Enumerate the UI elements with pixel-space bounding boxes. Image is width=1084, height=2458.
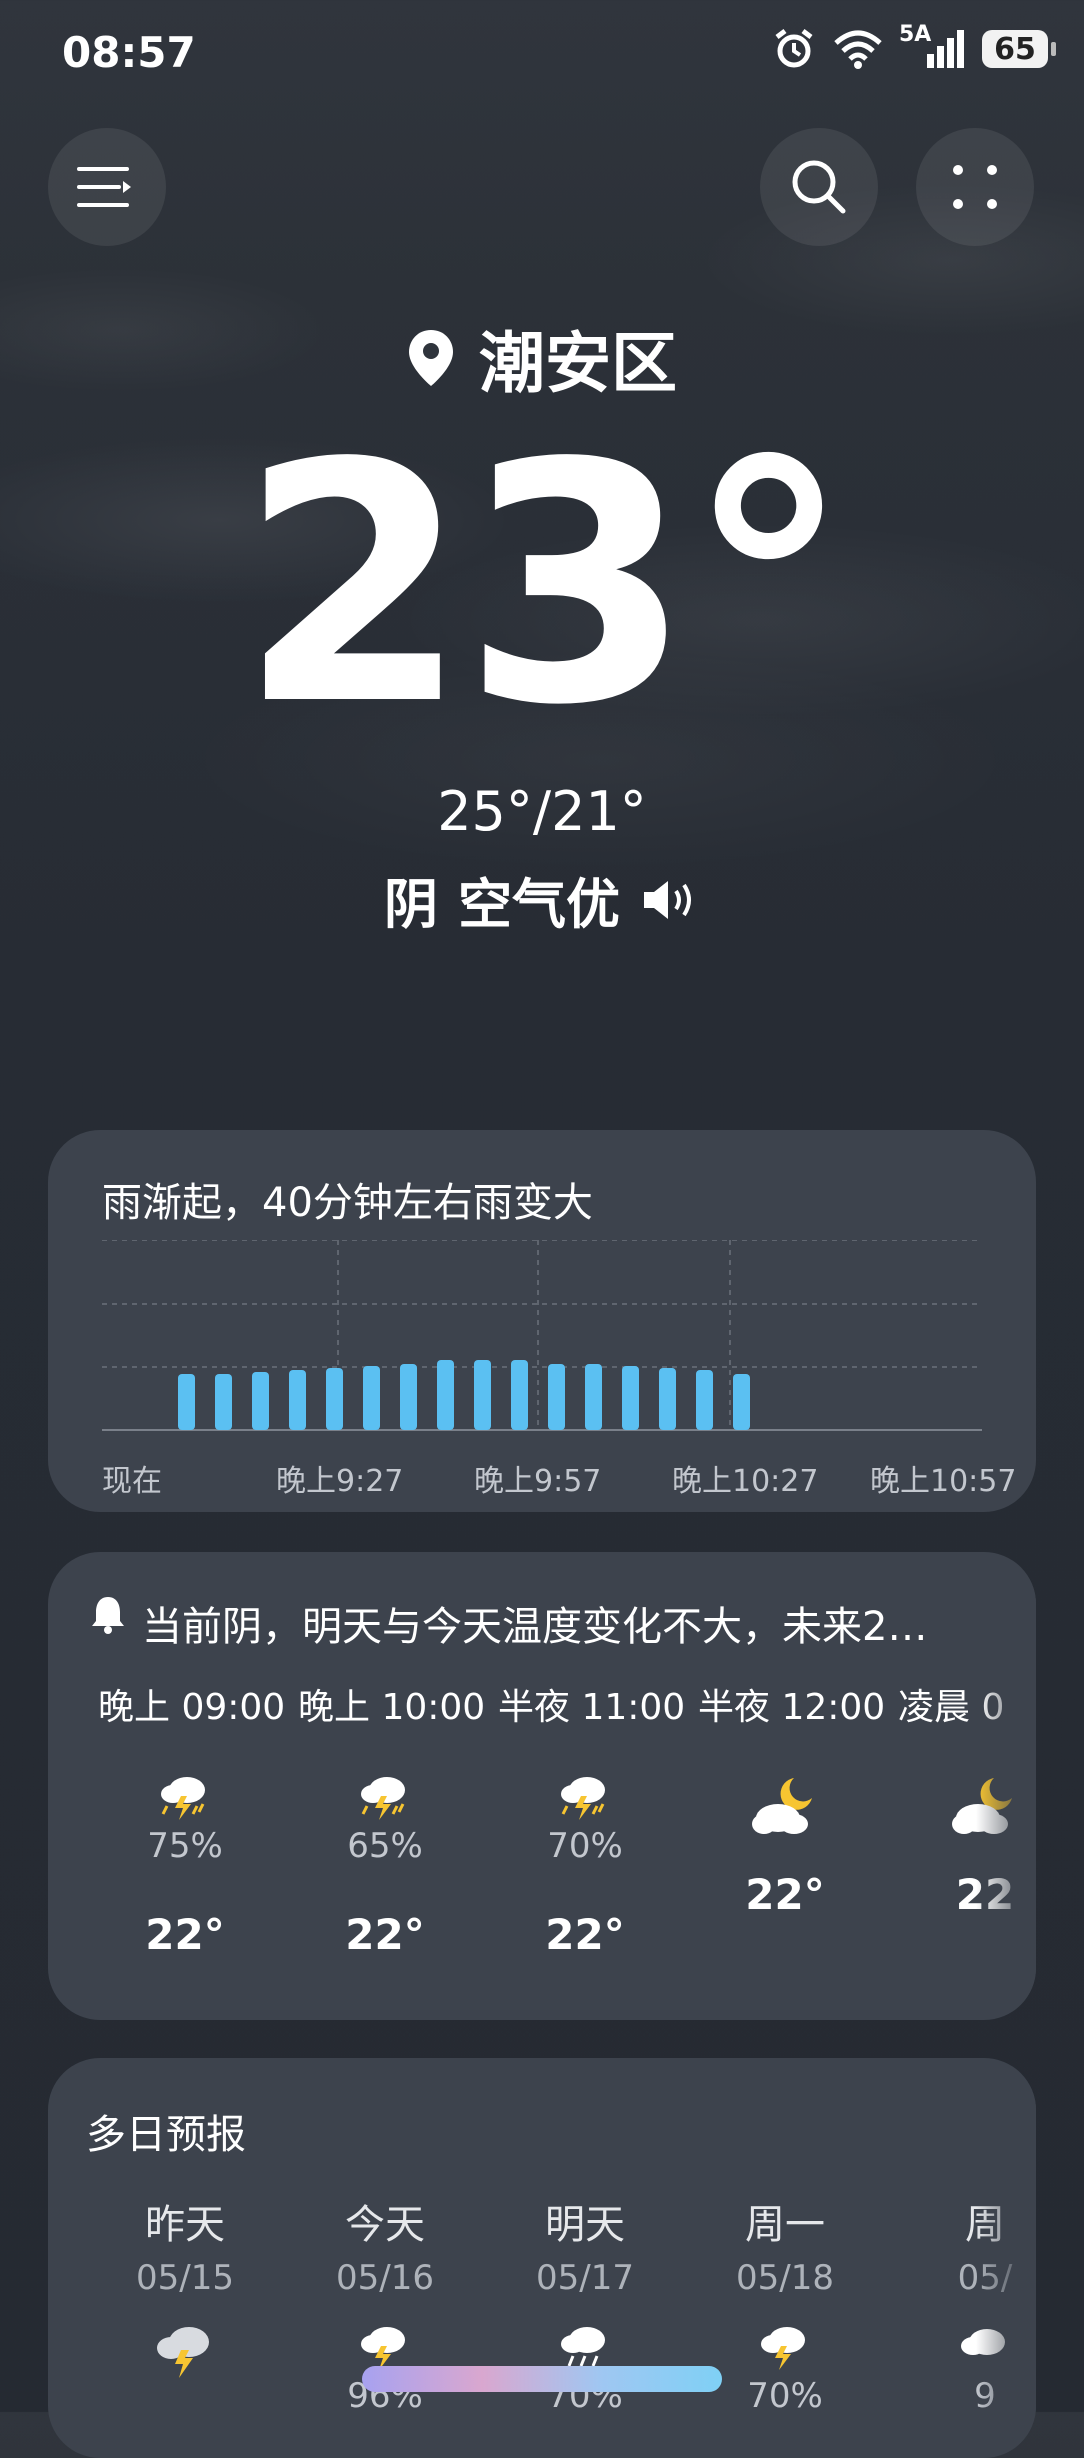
alarm-icon xyxy=(775,29,813,68)
day-name: 周一 xyxy=(745,2202,825,2248)
thunder-rain-icon xyxy=(761,2327,805,2370)
menu-button[interactable] xyxy=(48,128,166,246)
day-date: 05/18 xyxy=(736,2258,834,2298)
rain-bar xyxy=(400,1364,417,1430)
rain-bar xyxy=(548,1364,565,1430)
daily-title: 多日预报 xyxy=(86,2112,246,2158)
hour-label: 半夜 12:00 xyxy=(698,1687,886,1728)
battery-indicator: 65 xyxy=(982,30,1056,68)
moon-cloud-icon xyxy=(752,1778,812,1834)
hour-column: 70% 22° xyxy=(505,1774,665,1959)
rain-bar xyxy=(622,1366,639,1430)
temp-range: 25°/21° xyxy=(437,780,647,843)
rain-label-1057: 晚上10:57 xyxy=(870,1464,1017,1499)
day-name: 昨天 xyxy=(145,2202,225,2248)
rain-bar xyxy=(659,1368,676,1430)
location[interactable]: 潮安区 xyxy=(0,310,1084,406)
hour-temp: 22° xyxy=(545,1910,625,1959)
hour-column: 65% 22° xyxy=(305,1774,465,1959)
search-icon xyxy=(792,160,846,214)
hour-temp: 22° xyxy=(745,1870,825,1919)
rain-bar xyxy=(289,1370,306,1430)
rain-bar xyxy=(696,1370,713,1430)
hourly-forecast-card[interactable]: 当前阴，明天与今天温度变化不大，未来2… 晚上 09:00 晚上 10:00 半… xyxy=(48,1552,1036,2020)
scroll-fade xyxy=(976,2058,1036,2458)
more-button[interactable] xyxy=(916,128,1034,246)
rain-bar xyxy=(252,1372,269,1430)
rain-label-957: 晚上9:57 xyxy=(474,1464,602,1499)
cell-signal: 5A xyxy=(899,22,964,68)
rain-bar xyxy=(326,1368,343,1430)
rain-bar xyxy=(511,1360,528,1430)
hourly-summary: 当前阴，明天与今天温度变化不大，未来2… xyxy=(142,1604,928,1650)
day-column[interactable]: 昨天 05/15 xyxy=(105,2192,265,2384)
rain-bar xyxy=(474,1360,491,1430)
precip-chance: 70% xyxy=(747,2376,823,2416)
network-type: 5A xyxy=(899,22,932,47)
search-button[interactable] xyxy=(760,128,878,246)
wifi-icon xyxy=(834,30,882,69)
hour-label: 半夜 11:00 xyxy=(498,1687,686,1728)
day-date: 05/17 xyxy=(536,2258,634,2298)
thunder-rain-icon xyxy=(361,2327,405,2370)
city-name: 潮安区 xyxy=(479,325,677,402)
status-time: 08:57 xyxy=(62,28,196,77)
thunder-rain-icon xyxy=(161,1777,205,1820)
hourly-times: 晚上 09:00 晚上 10:00 半夜 11:00 半夜 12:00 凌晨 0 xyxy=(98,1678,1036,1730)
day-name: 今天 xyxy=(345,2202,425,2248)
hour-label: 晚上 09:00 xyxy=(98,1687,286,1728)
day-column[interactable]: 周一 05/18 70% xyxy=(705,2192,865,2416)
precip-chance: 75% xyxy=(147,1826,223,1866)
hour-label: 晚上 10:00 xyxy=(298,1687,486,1728)
menu-icon xyxy=(77,167,131,207)
thunder-rain-icon xyxy=(157,2327,209,2378)
thunder-rain-icon xyxy=(361,1777,405,1820)
home-indicator[interactable] xyxy=(362,2366,722,2392)
rain-bar xyxy=(178,1374,195,1430)
rain-bar xyxy=(215,1374,232,1430)
day-name: 明天 xyxy=(545,2202,625,2248)
precip-chance: 70% xyxy=(547,1826,623,1866)
rain-label-927: 晚上9:27 xyxy=(276,1464,404,1499)
scroll-fade xyxy=(976,1552,1036,2020)
weather-condition: 阴 xyxy=(384,873,438,936)
rain-bar xyxy=(363,1366,380,1430)
rain-forecast-card[interactable]: 雨渐起，40分钟左右雨变大 现在 晚上9:27 晚上9:57 晚上10:27 晚… xyxy=(48,1130,1036,1512)
current-temperature: 23° xyxy=(238,393,851,777)
rain-bar xyxy=(437,1360,454,1430)
speaker-icon[interactable] xyxy=(640,877,700,923)
air-quality: 空气优 xyxy=(458,873,620,936)
bell-icon xyxy=(92,1597,124,1634)
location-pin-icon xyxy=(409,330,453,386)
battery-level: 65 xyxy=(994,31,1036,67)
precip-chance: 65% xyxy=(347,1826,423,1866)
day-date: 05/15 xyxy=(136,2258,234,2298)
condition-row: 阴 空气优 xyxy=(0,860,1084,939)
status-icons: 5A 65 xyxy=(773,22,1056,70)
rain-bar xyxy=(585,1364,602,1430)
rain-label-1027: 晚上10:27 xyxy=(672,1464,819,1499)
rain-summary: 雨渐起，40分钟左右雨变大 xyxy=(102,1180,593,1226)
daily-forecast-card[interactable]: 多日预报 昨天 05/15 今天 05/16 96% 明天 05/17 70% … xyxy=(48,2058,1036,2458)
rain-label-now: 现在 xyxy=(102,1464,162,1499)
hour-temp: 22° xyxy=(345,1910,425,1959)
hour-temp: 22° xyxy=(145,1910,225,1959)
grid-dots-icon xyxy=(953,165,997,209)
thunder-rain-icon xyxy=(561,1777,605,1820)
hour-column: 75% 22° xyxy=(105,1774,265,1959)
hour-column: 22° xyxy=(705,1774,865,1919)
rain-bar xyxy=(733,1374,750,1430)
rain-chart xyxy=(102,1240,982,1431)
rain-cloud-icon xyxy=(561,2327,605,2367)
day-date: 05/16 xyxy=(336,2258,434,2298)
